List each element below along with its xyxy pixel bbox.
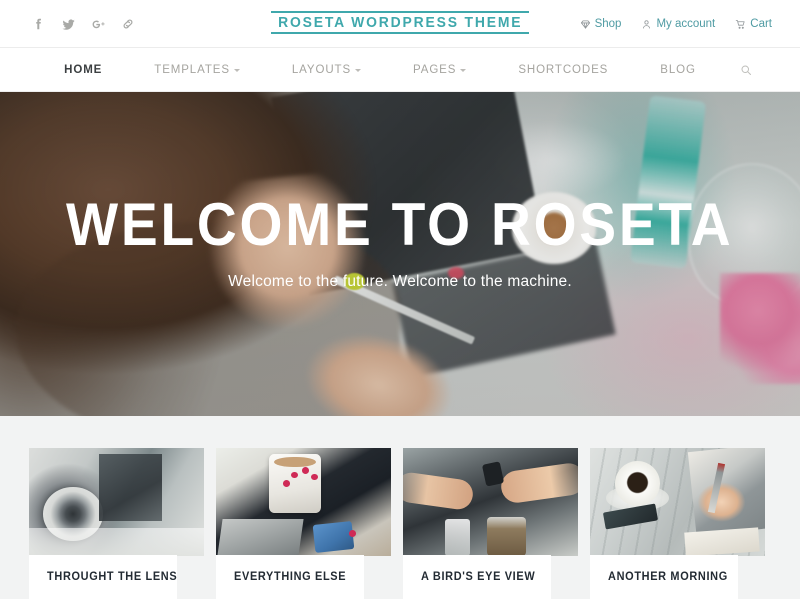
top-bar: Roseta Wordpress Theme Shop — [0, 0, 800, 48]
post-card[interactable]: Another Morning — [590, 448, 765, 599]
post-title-panel: A Bird's Eye View — [403, 555, 551, 599]
monitor-shape — [99, 454, 162, 522]
nail-shape — [349, 530, 356, 537]
featured-posts-section: Throught the Lens — [0, 416, 800, 599]
post-title-panel: Everything Else — [216, 555, 364, 599]
logo-frame: Roseta Wordpress Theme — [270, 11, 530, 34]
search-icon[interactable] — [722, 64, 762, 76]
hand-shape — [695, 480, 748, 524]
jar-shape — [487, 517, 526, 556]
nav-label-home: Home — [64, 63, 103, 76]
post-image-morning — [590, 448, 765, 556]
hero-title: Welcome to Roseta — [66, 191, 734, 258]
post-image-lens — [29, 448, 204, 556]
cart-label: Cart — [750, 18, 772, 30]
hero-subtitle: Welcome to the future. Welcome to the ma… — [228, 273, 572, 290]
book-shape — [683, 527, 759, 556]
nav-label-blog: Blog — [660, 63, 696, 76]
post-card[interactable]: A Bird's Eye View — [403, 448, 578, 599]
post-title[interactable]: A Bird's Eye View — [403, 571, 535, 583]
cart-link[interactable]: Cart — [735, 18, 772, 30]
logo-text: Roseta Wordpress Theme — [277, 15, 523, 31]
post-card[interactable]: Everything Else — [216, 448, 391, 599]
top-utility-links: Shop My account Cart — [580, 0, 772, 48]
laptop-shape — [216, 519, 303, 556]
gem-icon — [580, 19, 591, 30]
nav-label-layouts: Layouts — [291, 63, 352, 76]
post-image-everything — [216, 448, 391, 556]
nav-item-shortcodes[interactable]: Shortcodes — [492, 64, 634, 76]
bottle-shape — [445, 519, 470, 556]
post-title[interactable]: Another Morning — [590, 571, 728, 583]
nav-item-layouts[interactable]: Layouts — [266, 64, 387, 76]
main-navigation: Home Templates Layouts Pages Shortcodes … — [0, 48, 800, 92]
nail-shape — [301, 467, 309, 474]
nav-item-blog[interactable]: Blog — [634, 64, 722, 76]
watch-shape — [481, 461, 504, 487]
nav-label-templates: Templates — [154, 63, 230, 76]
post-title-panel: Another Morning — [590, 555, 738, 599]
shop-link[interactable]: Shop — [580, 18, 622, 30]
nav-item-home[interactable]: Home — [38, 64, 128, 76]
user-icon — [641, 19, 652, 30]
page-root: Roseta Wordpress Theme Shop — [0, 0, 800, 599]
hero-banner: Welcome to Roseta Welcome to the future.… — [0, 92, 800, 416]
nav-label-pages: Pages — [413, 63, 457, 76]
post-title[interactable]: Throught the Lens — [29, 571, 177, 583]
post-card[interactable]: Throught the Lens — [29, 448, 204, 599]
my-account-link[interactable]: My account — [641, 18, 715, 30]
chevron-down-icon — [460, 69, 467, 72]
post-title[interactable]: Everything Else — [216, 571, 346, 583]
chevron-down-icon — [355, 69, 362, 72]
post-image-bird — [403, 448, 578, 556]
cup-shape — [614, 460, 660, 507]
nav-item-templates[interactable]: Templates — [128, 64, 266, 76]
featured-posts-row: Throught the Lens — [0, 448, 800, 599]
post-thumbnail[interactable] — [590, 448, 765, 556]
shop-label: Shop — [594, 18, 622, 30]
post-thumbnail[interactable] — [403, 448, 578, 556]
phone-shape — [312, 520, 354, 553]
nail-shape — [282, 480, 290, 487]
hero-content: Welcome to Roseta Welcome to the future.… — [0, 92, 800, 416]
my-account-label: My account — [656, 18, 716, 30]
arm-shape — [403, 470, 475, 512]
nav-label-shortcodes: Shortcodes — [518, 63, 609, 76]
nav-item-pages[interactable]: Pages — [387, 64, 492, 76]
nav-list: Home Templates Layouts Pages Shortcodes … — [38, 64, 762, 76]
post-title-panel: Throught the Lens — [29, 555, 177, 599]
cart-icon — [735, 19, 746, 30]
chevron-down-icon — [233, 69, 240, 72]
desk-shape — [29, 527, 204, 556]
arm-shape — [499, 461, 578, 506]
nail-shape — [310, 473, 318, 481]
post-thumbnail[interactable] — [216, 448, 391, 556]
post-thumbnail[interactable] — [29, 448, 204, 556]
